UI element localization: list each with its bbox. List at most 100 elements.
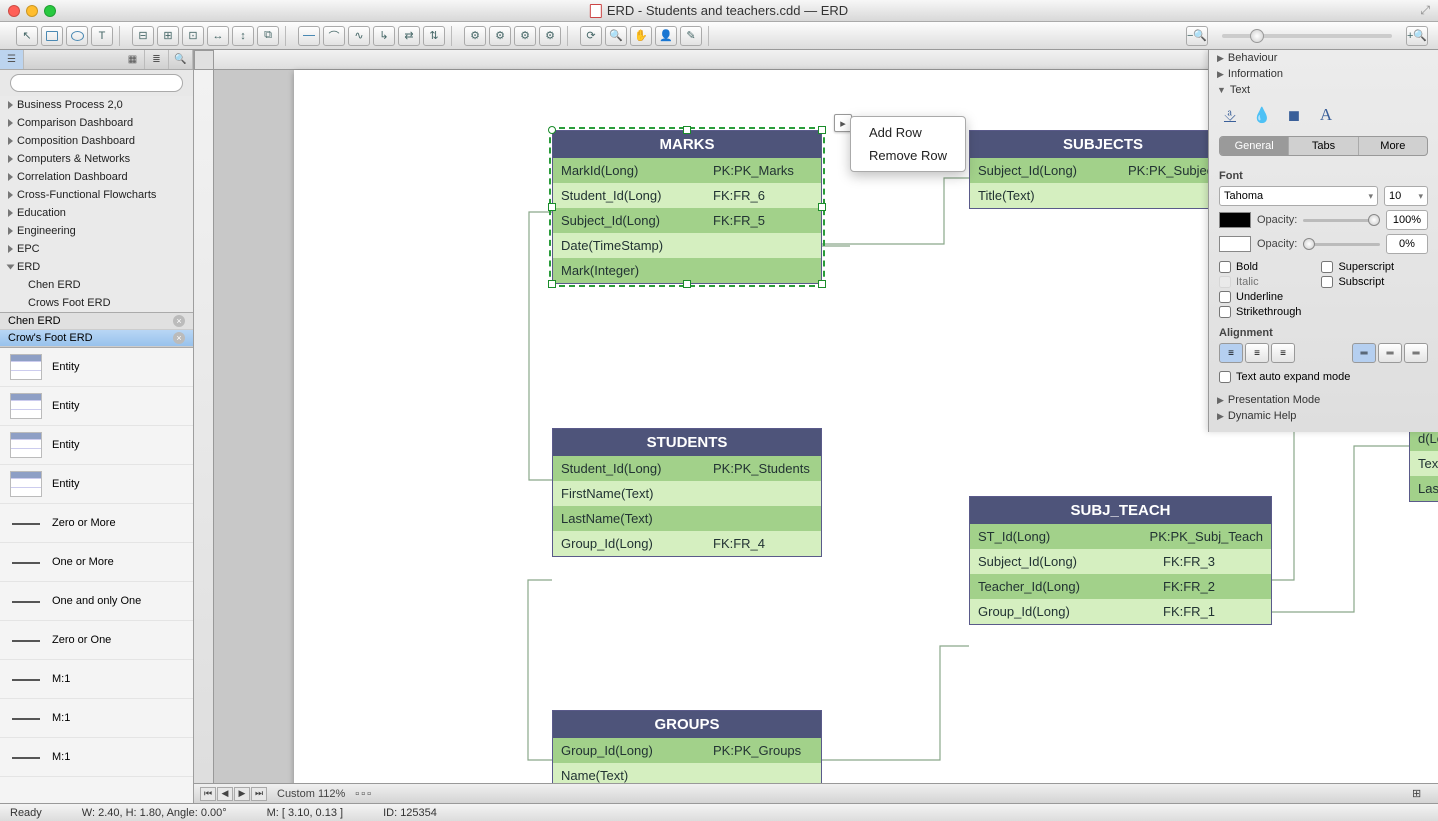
table-row[interactable]: Group_Id(Long)FK:FR_1 (970, 599, 1271, 624)
table-row[interactable]: ST_Id(Long)PK:PK_Subj_Teach (970, 524, 1271, 549)
superscript-checkbox[interactable] (1321, 261, 1333, 273)
stencil-tab[interactable]: Chen ERD× (0, 313, 193, 330)
font-family-select[interactable]: Tahoma▾ (1219, 186, 1378, 206)
tree-item[interactable]: Composition Dashboard (0, 132, 193, 150)
tree-item[interactable]: Education (0, 204, 193, 222)
resize-handle[interactable] (548, 126, 556, 134)
shape-item[interactable]: M:1 (0, 660, 193, 699)
table-row[interactable]: Subject_Id(Long)PK:PK_Subjects (970, 158, 1236, 183)
text-tool[interactable]: T (91, 26, 113, 46)
tree-item[interactable]: Comparison Dashboard (0, 114, 193, 132)
tree-item-child[interactable]: Crows Foot ERD (0, 294, 193, 312)
underline-style-icon[interactable]: ⎀ (1219, 104, 1241, 126)
connector-tool[interactable]: ↳ (373, 26, 395, 46)
zoom-icon[interactable] (44, 5, 56, 17)
canvas[interactable]: MARKS MarkId(Long)PK:PK_MarksStudent_Id(… (194, 50, 1438, 803)
bg-color-swatch[interactable] (1219, 236, 1251, 252)
zoom-readout[interactable]: Custom 112% (277, 788, 345, 800)
align-right-tool[interactable]: ⊡ (182, 26, 204, 46)
tree-item[interactable]: Business Process 2,0 (0, 96, 193, 114)
magnify-tool[interactable]: 🔍 (605, 26, 627, 46)
entity-students[interactable]: STUDENTS Student_Id(Long)PK:PK_StudentsF… (552, 428, 822, 557)
resize-handle[interactable] (548, 280, 556, 288)
connector3-tool[interactable]: ⇅ (423, 26, 445, 46)
page-next[interactable]: ▶ (234, 787, 250, 801)
inspector-tab-tabs[interactable]: Tabs (1289, 137, 1358, 155)
sidebar-tab-tree[interactable]: ☰ (0, 50, 24, 69)
valign-middle-button[interactable]: ═ (1378, 343, 1402, 363)
shape-item[interactable]: Zero or More (0, 504, 193, 543)
inspector-tab-more[interactable]: More (1359, 137, 1427, 155)
table-row[interactable]: LastName(Text) (553, 506, 821, 531)
resize-handle[interactable] (683, 280, 691, 288)
entity-subjects[interactable]: SUBJECTS Subject_Id(Long)PK:PK_SubjectsT… (969, 130, 1237, 209)
fill-icon[interactable]: ◼ (1283, 104, 1305, 126)
shape-item[interactable]: M:1 (0, 699, 193, 738)
align-right-button[interactable]: ≡ (1271, 343, 1295, 363)
page-first[interactable]: ⏮ (200, 787, 216, 801)
table-row[interactable]: Group_Id(Long)FK:FR_4 (553, 531, 821, 556)
shape-item[interactable]: One and only One (0, 582, 193, 621)
distribute-h-tool[interactable]: ↔ (207, 26, 229, 46)
subscript-checkbox[interactable] (1321, 276, 1333, 288)
table-row[interactable]: Group_Id(Long)PK:PK_Groups (553, 738, 821, 763)
tree-item-child[interactable]: Chen ERD (0, 276, 193, 294)
entity-marks[interactable]: MARKS MarkId(Long)PK:PK_MarksStudent_Id(… (552, 130, 822, 284)
view-mode-1[interactable]: ▫ (355, 788, 359, 800)
connector2-tool[interactable]: ⇄ (398, 26, 420, 46)
resize-handle[interactable] (818, 126, 826, 134)
stencil-tab[interactable]: Crow's Foot ERD× (0, 330, 193, 347)
bg-opacity-slider[interactable] (1303, 243, 1380, 246)
inspector-section-information[interactable]: ▶Information (1209, 66, 1438, 82)
fg-opacity-slider[interactable] (1303, 219, 1380, 222)
align-center-button[interactable]: ≡ (1245, 343, 1269, 363)
close-icon[interactable] (8, 5, 20, 17)
menu-add-row[interactable]: Add Row (851, 121, 965, 144)
close-icon[interactable]: × (173, 315, 185, 327)
close-icon[interactable]: × (173, 332, 185, 344)
menu-remove-row[interactable]: Remove Row (851, 144, 965, 167)
smart3-tool[interactable]: ⚙ (514, 26, 536, 46)
arc-tool[interactable]: ⌒ (323, 26, 345, 46)
minimize-icon[interactable] (26, 5, 38, 17)
ellipse-tool[interactable] (66, 26, 88, 46)
resize-handle[interactable] (818, 280, 826, 288)
fg-opacity-value[interactable]: 100% (1386, 210, 1428, 230)
align-left-button[interactable]: ≡ (1219, 343, 1243, 363)
table-row[interactable]: LastName(Text) (1410, 476, 1438, 501)
rect-tool[interactable] (41, 26, 63, 46)
tree-item[interactable]: EPC (0, 240, 193, 258)
underline-checkbox[interactable] (1219, 291, 1231, 303)
shape-item[interactable]: Entity (0, 348, 193, 387)
line-tool[interactable] (298, 26, 320, 46)
distribute-v-tool[interactable]: ↕ (232, 26, 254, 46)
table-row[interactable]: Text) (1410, 451, 1438, 476)
table-row[interactable]: Subject_Id(Long)FK:FR_5 (553, 208, 821, 233)
tree-item[interactable]: Engineering (0, 222, 193, 240)
pointer-tool[interactable]: ↖ (16, 26, 38, 46)
sidebar-tab-search[interactable]: 🔍 (169, 50, 193, 69)
entity-groups[interactable]: GROUPS Group_Id(Long)PK:PK_GroupsName(Te… (552, 710, 822, 789)
table-row[interactable]: Student_Id(Long)PK:PK_Students (553, 456, 821, 481)
sidebar-tab-list[interactable]: ≣ (145, 50, 169, 69)
valign-bottom-button[interactable]: ═ (1404, 343, 1428, 363)
resize-handle[interactable] (548, 203, 556, 211)
inspector-section-text[interactable]: ▼Text (1209, 82, 1438, 98)
entity-subj-teach[interactable]: SUBJ_TEACH ST_Id(Long)PK:PK_Subj_TeachSu… (969, 496, 1272, 625)
inspector-section-behaviour[interactable]: ▶Behaviour (1209, 50, 1438, 66)
shape-item[interactable]: Entity (0, 426, 193, 465)
search-input[interactable] (10, 74, 183, 92)
bg-opacity-value[interactable]: 0% (1386, 234, 1428, 254)
shape-item[interactable]: Entity (0, 387, 193, 426)
person-tool[interactable]: 👤 (655, 26, 677, 46)
valign-top-button[interactable]: ═ (1352, 343, 1376, 363)
bold-checkbox[interactable] (1219, 261, 1231, 273)
shape-item[interactable]: Entity (0, 465, 193, 504)
strike-checkbox[interactable] (1219, 306, 1231, 318)
refresh-tool[interactable]: ⟳ (580, 26, 602, 46)
table-row[interactable]: Student_Id(Long)FK:FR_6 (553, 183, 821, 208)
smart2-tool[interactable]: ⚙ (489, 26, 511, 46)
spline-tool[interactable]: ∿ (348, 26, 370, 46)
sidebar-tab-grid[interactable]: ▦ (121, 50, 145, 69)
table-row[interactable]: Subject_Id(Long)FK:FR_3 (970, 549, 1271, 574)
